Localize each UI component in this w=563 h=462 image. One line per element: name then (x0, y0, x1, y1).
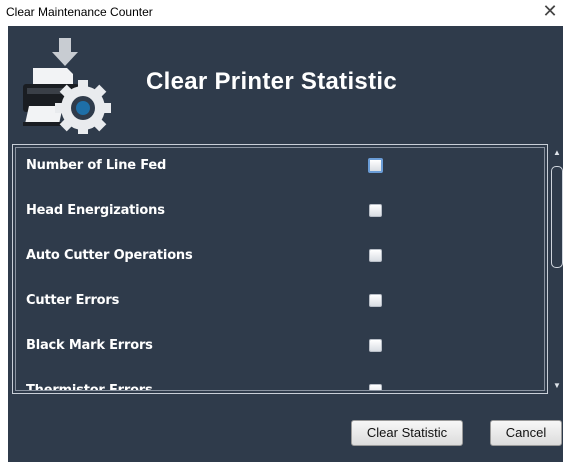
statistic-checkbox[interactable] (369, 294, 382, 307)
statistic-row: Cutter Errors (16, 286, 544, 316)
printer-gear-icon (23, 38, 111, 134)
scroll-down-icon[interactable]: ▼ (552, 381, 562, 391)
statistic-label: Black Mark Errors (26, 338, 153, 353)
statistic-label: Thermistor Errors (26, 383, 153, 391)
statistic-checkbox[interactable] (368, 158, 383, 173)
title-bar: Clear Maintenance Counter ✕ (0, 0, 563, 26)
window-title: Clear Maintenance Counter (6, 5, 153, 19)
clear-statistic-button[interactable]: Clear Statistic (351, 420, 463, 446)
statistic-checkbox[interactable] (369, 204, 382, 217)
statistic-label: Cutter Errors (26, 293, 120, 308)
statistic-row: Auto Cutter Operations (16, 241, 544, 271)
statistic-label: Head Energizations (26, 203, 165, 218)
page-title: Clear Printer Statistic (146, 68, 397, 95)
statistic-row: Number of Line Fed (16, 151, 544, 181)
list-scrollbar[interactable]: ▲ ▼ (551, 146, 563, 393)
scrollbar-thumb[interactable] (551, 166, 563, 268)
statistic-checkbox[interactable] (369, 339, 382, 352)
statistic-label: Auto Cutter Operations (26, 248, 193, 263)
close-icon[interactable]: ✕ (541, 1, 559, 21)
statistic-row: Head Energizations (16, 196, 544, 226)
statistics-list: Number of Line Fed Head Energizations Auto… (12, 144, 548, 394)
cancel-button[interactable]: Cancel (490, 420, 562, 446)
statistic-row: Black Mark Errors (16, 331, 544, 361)
statistic-label: Number of Line Fed (26, 158, 167, 173)
dialog-body: Clear Printer Statistic Number of Line F… (8, 26, 563, 462)
statistic-row: Thermistor Errors (16, 376, 544, 391)
statistic-checkbox[interactable] (369, 249, 382, 262)
scroll-up-icon[interactable]: ▲ (552, 148, 562, 158)
statistics-list-inner: Number of Line Fed Head Energizations Auto… (15, 147, 545, 391)
statistic-checkbox[interactable] (369, 384, 382, 390)
